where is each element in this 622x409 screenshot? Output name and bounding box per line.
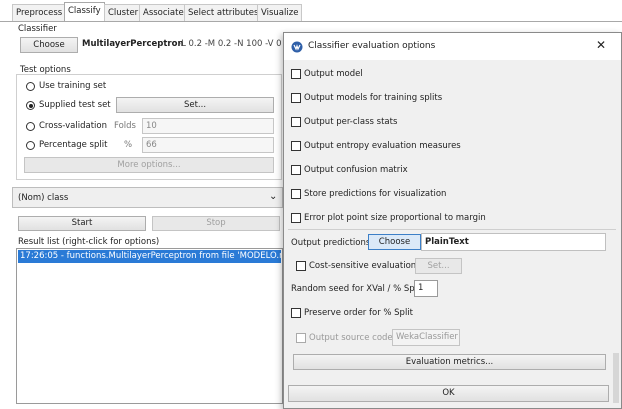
classifier-choose-button[interactable]: Choose [20,37,78,53]
evaluation-metrics-button[interactable]: Evaluation metrics... [293,354,606,370]
radio-percentage-split[interactable] [26,141,35,150]
folds-label: Folds [114,121,136,131]
class-select[interactable]: (Nom) class ⌄ [12,187,283,208]
tab-select-attributes[interactable]: Select attributes [184,4,263,21]
checkbox-cost-sensitive[interactable] [296,261,306,271]
cost-set-button[interactable]: Set... [415,258,462,274]
tab-classify[interactable]: Classify [64,2,105,22]
close-icon[interactable]: ✕ [596,38,606,52]
preserve-order-label: Preserve order for % Split [304,308,414,318]
store-predictions-label: Store predictions for visualization [304,189,447,199]
checkbox-output-models-training-splits[interactable] [291,93,301,103]
output-source-label: Output source code [309,333,393,343]
output-model-label: Output model [304,69,363,79]
tab-preprocess[interactable]: Preprocess [12,4,67,21]
tab-cluster[interactable]: Cluster [104,4,143,21]
folds-input[interactable]: 10 [142,118,274,134]
dialog-titlebar: Classifier evaluation options ✕ [284,33,621,60]
percent-input[interactable]: 66 [142,137,274,153]
evaluation-options-dialog: Classifier evaluation options ✕ Output m… [283,32,622,409]
use-training-label: Use training set [39,81,107,91]
classifier-args: -L 0.2 -M 0.2 -N 100 -V 0 -S [178,39,293,49]
predictions-value: PlainText [421,233,606,251]
result-list[interactable]: 17:26:05 - functions.MultilayerPerceptro… [16,248,283,404]
checkbox-output-source[interactable] [296,333,306,343]
more-options-button[interactable]: More options... [24,157,274,173]
percent-label: % [124,140,133,150]
output-entropy-label: Output entropy evaluation measures [304,141,461,151]
radio-use-training[interactable] [26,82,35,91]
weka-logo-icon [291,41,303,53]
radio-cross-validation[interactable] [26,122,35,131]
checkbox-output-entropy[interactable] [291,141,301,151]
stop-button[interactable]: Stop [152,216,280,231]
supplied-test-set-button[interactable]: Set... [116,97,274,113]
radio-supplied-test[interactable] [26,101,35,110]
output-confusion-matrix-label: Output confusion matrix [304,165,408,175]
cross-validation-label: Cross-validation [39,121,107,131]
classifier-name: MultilayerPerceptron [82,39,184,49]
class-select-value: (Nom) class [18,193,69,203]
ok-button[interactable]: OK [288,385,609,402]
supplied-test-label: Supplied test set [39,100,111,110]
chevron-down-icon: ⌄ [269,191,278,202]
scrollbar[interactable] [613,353,619,403]
predictions-choose-button[interactable]: Choose [368,234,421,250]
output-predictions-label: Output predictions [291,238,371,248]
tab-divider [0,21,622,22]
dialog-title: Classifier evaluation options [308,41,436,51]
tab-associate[interactable]: Associate [139,4,188,21]
checkbox-output-per-class-stats[interactable] [291,117,301,127]
cost-sensitive-label: Cost-sensitive evaluation [309,261,417,271]
list-item[interactable]: 17:26:05 - functions.MultilayerPerceptro… [18,250,281,263]
start-button[interactable]: Start [18,216,146,231]
error-plot-point-size-label: Error plot point size proportional to ma… [304,213,486,223]
divider [288,229,616,230]
checkbox-output-model[interactable] [291,69,301,79]
random-seed-input[interactable]: 1 [414,280,438,297]
checkbox-error-plot-point-size[interactable] [291,213,301,223]
checkbox-output-confusion-matrix[interactable] [291,165,301,175]
output-models-training-splits-label: Output models for training splits [304,93,443,103]
checkbox-preserve-order[interactable] [291,308,301,318]
source-name-input[interactable]: WekaClassifier [392,329,460,346]
output-per-class-stats-label: Output per-class stats [304,117,398,127]
percentage-split-label: Percentage split [39,140,108,150]
checkbox-store-predictions[interactable] [291,189,301,199]
classifier-group-label: Classifier [18,24,57,34]
result-list-label: Result list (right-click for options) [18,237,160,247]
random-seed-label: Random seed for XVal / % Split [291,284,423,294]
tab-visualize[interactable]: Visualize [257,4,303,21]
